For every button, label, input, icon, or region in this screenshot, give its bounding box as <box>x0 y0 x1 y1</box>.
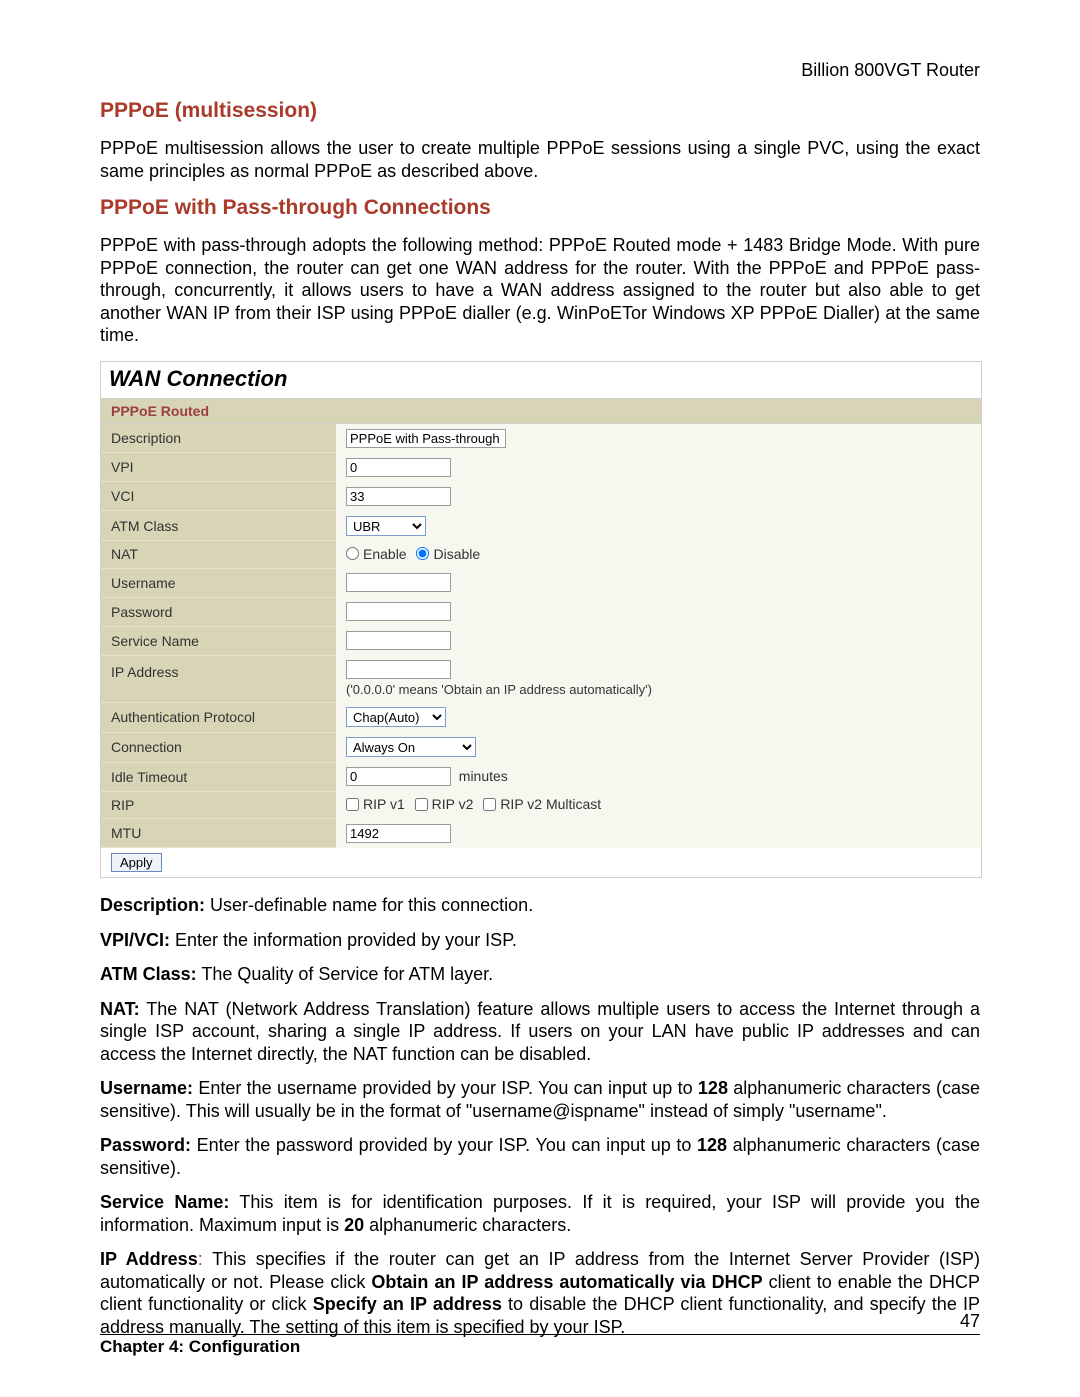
connection-select[interactable]: Always On <box>346 737 476 757</box>
def-vpivci-label: VPI/VCI: <box>100 930 170 950</box>
page-footer: 47 Chapter 4: Configuration <box>100 1311 980 1357</box>
row-service-label: Service Name <box>101 626 336 655</box>
rip-v1-checkbox[interactable] <box>346 798 359 811</box>
row-password-label: Password <box>101 597 336 626</box>
row-ip-label: IP Address <box>101 655 336 702</box>
row-mtu-label: MTU <box>101 819 336 848</box>
def-description-label: Description: <box>100 895 205 915</box>
def-service-label: Service Name: <box>100 1192 229 1212</box>
nat-enable-radio[interactable] <box>346 547 359 560</box>
ip-address-input[interactable] <box>346 660 451 679</box>
description-input[interactable] <box>346 429 506 448</box>
row-connection-label: Connection <box>101 732 336 762</box>
rip-v2m-checkbox[interactable] <box>483 798 496 811</box>
row-rip-label: RIP <box>101 791 336 819</box>
header-router: Billion 800VGT Router <box>100 60 980 81</box>
vci-input[interactable] <box>346 487 451 506</box>
rip-v1-label: RIP v1 <box>363 796 405 812</box>
username-input[interactable] <box>346 573 451 592</box>
page-number: 47 <box>100 1311 980 1332</box>
row-idle-label: Idle Timeout <box>101 762 336 791</box>
ip-hint: ('0.0.0.0' means 'Obtain an IP address a… <box>346 682 971 697</box>
auth-protocol-select[interactable]: Chap(Auto) <box>346 707 446 727</box>
section-passthrough-text: PPPoE with pass-through adopts the follo… <box>100 234 980 347</box>
panel-title: WAN Connection <box>101 362 981 399</box>
section-multisession-text: PPPoE multisession allows the user to cr… <box>100 137 980 182</box>
chapter-label: Chapter 4: Configuration <box>100 1337 980 1357</box>
row-vpi-label: VPI <box>101 453 336 482</box>
def-atm-text: The Quality of Service for ATM layer. <box>197 964 493 984</box>
mtu-input[interactable] <box>346 824 451 843</box>
def-description-text: User-definable name for this connection. <box>205 895 533 915</box>
def-atm-label: ATM Class: <box>100 964 197 984</box>
definitions-block: Description: User-definable name for thi… <box>100 894 980 1338</box>
def-password-label: Password: <box>100 1135 191 1155</box>
apply-button[interactable]: Apply <box>111 853 162 872</box>
rip-v2-checkbox[interactable] <box>415 798 428 811</box>
row-auth-label: Authentication Protocol <box>101 702 336 732</box>
nat-enable-label: Enable <box>363 546 407 562</box>
service-name-input[interactable] <box>346 631 451 650</box>
section-passthrough-title: PPPoE with Pass-through Connections <box>100 196 980 220</box>
row-username-label: Username <box>101 568 336 597</box>
vpi-input[interactable] <box>346 458 451 477</box>
row-vci-label: VCI <box>101 482 336 511</box>
row-description-label: Description <box>101 424 336 453</box>
password-input[interactable] <box>346 602 451 621</box>
nat-disable-label: Disable <box>433 546 480 562</box>
row-atm-label: ATM Class <box>101 511 336 541</box>
def-nat-label: NAT: <box>100 999 140 1019</box>
idle-timeout-input[interactable] <box>346 767 451 786</box>
def-nat-text: The NAT (Network Address Translation) fe… <box>100 999 980 1064</box>
def-username-label: Username: <box>100 1078 193 1098</box>
def-ip-label: IP Address <box>100 1249 198 1269</box>
idle-suffix: minutes <box>459 768 508 784</box>
wan-form-table: Description VPI VCI ATM Class UBR <box>101 424 981 878</box>
atm-class-select[interactable]: UBR <box>346 516 426 536</box>
section-multisession-title: PPPoE (multisession) <box>100 99 980 123</box>
wan-connection-panel: WAN Connection PPPoE Routed Description … <box>100 361 982 879</box>
panel-subtitle: PPPoE Routed <box>101 399 981 424</box>
nat-disable-radio[interactable] <box>416 547 429 560</box>
rip-v2-label: RIP v2 <box>432 796 474 812</box>
def-vpivci-text: Enter the information provided by your I… <box>170 930 517 950</box>
rip-v2m-label: RIP v2 Multicast <box>500 796 601 812</box>
row-nat-label: NAT <box>101 541 336 569</box>
